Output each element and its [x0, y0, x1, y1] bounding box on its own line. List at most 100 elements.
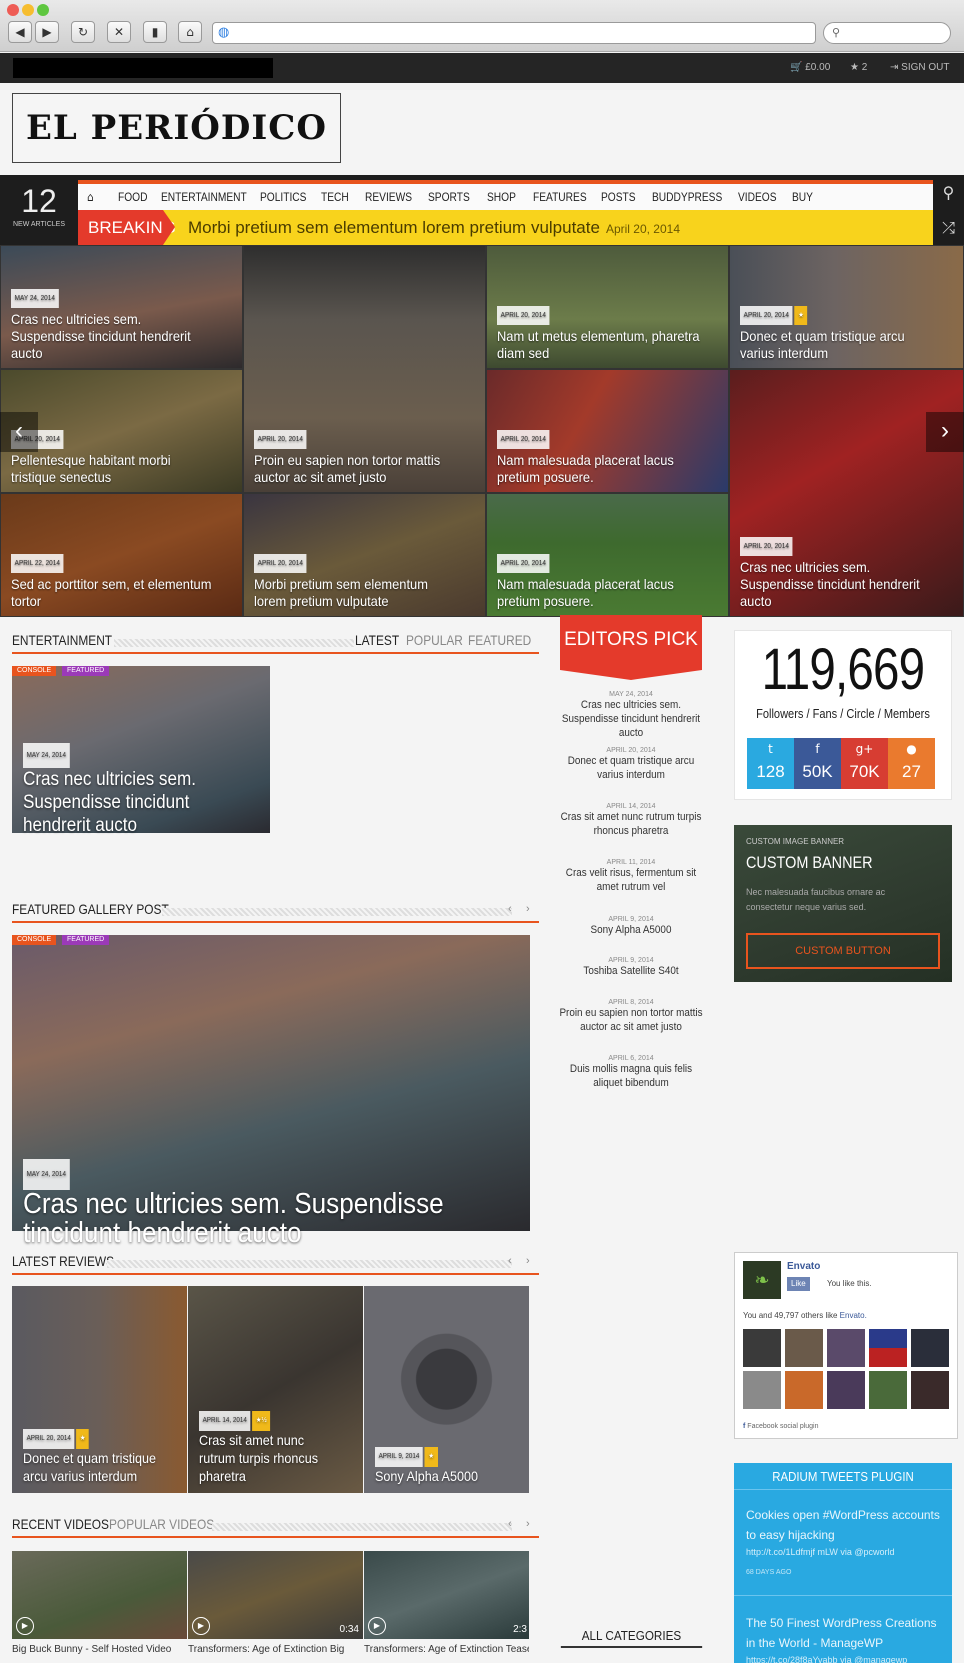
tab-latest[interactable]: LATEST: [355, 632, 399, 648]
entertainment-post-card[interactable]: CONSOLE FEATURED MAY 24, 2014 Cras nec u…: [12, 666, 270, 836]
favorites-link[interactable]: ★ 2: [850, 53, 867, 83]
video-thumb[interactable]: ▶ 2:3: [364, 1551, 529, 1639]
video-title[interactable]: Transformers: Age of Extinction Teaser: [364, 1644, 529, 1655]
editors-pick-item[interactable]: APRIL 20, 2014 Donec et quam tristique ar…: [547, 747, 715, 782]
video-title[interactable]: Big Buck Bunny - Self Hosted Video: [12, 1644, 187, 1655]
prev-arrow-icon[interactable]: ‹: [508, 1518, 512, 1530]
menu-item-sports[interactable]: SPORTS: [428, 184, 470, 210]
sign-out-link[interactable]: ⇥ SIGN OUT: [890, 53, 950, 83]
forward-icon[interactable]: ▶: [35, 21, 59, 43]
facebook-fan-avatar[interactable]: [743, 1371, 781, 1409]
grid-item[interactable]: APRIL 20, 2014 Proin eu sapien non tortor…: [243, 245, 486, 493]
cart-link[interactable]: 🛒 £0.00: [790, 53, 830, 83]
prev-arrow-icon[interactable]: ‹: [508, 903, 512, 915]
next-arrow-icon[interactable]: ›: [526, 1255, 530, 1267]
review-card[interactable]: APRIL 14, 2014 ★½ Cras sit amet nunc rutru…: [188, 1286, 363, 1493]
menu-bar: ⌂ FOOD ENTERTAINMENT POLITICS TECH REVIE…: [78, 180, 933, 210]
stop-icon[interactable]: ✕: [107, 21, 131, 43]
video-title[interactable]: Transformers: Age of Extinction Big: [188, 1644, 363, 1655]
facebook-fan-avatar[interactable]: [785, 1329, 823, 1367]
grid-item[interactable]: APRIL 20, 2014 Nam malesuada placerat lac…: [486, 493, 729, 617]
facebook-page-link[interactable]: Envato.: [840, 1311, 867, 1320]
grid-date: APRIL 20, 2014: [254, 554, 307, 573]
grid-item[interactable]: APRIL 20, 2014 Nam ut metus elementum, ph…: [486, 245, 729, 369]
facebook-like-button[interactable]: Like: [787, 1277, 810, 1291]
gallery-post-card[interactable]: CONSOLE FEATURED MAY 24, 2014 Cras nec u…: [12, 935, 530, 1248]
facebook-widget: ❧ Envato Like You like this. You and 49,…: [734, 1252, 958, 1439]
tab-popular[interactable]: POPULAR: [406, 632, 463, 648]
editors-pick-item[interactable]: APRIL 8, 2014 Proin eu sapien non tortor …: [547, 999, 715, 1034]
facebook-fan-avatar[interactable]: [911, 1371, 949, 1409]
play-icon[interactable]: ▶: [192, 1617, 210, 1635]
grid-title: Pellentesque habitant morbi tristique se…: [11, 452, 171, 485]
minimize-window-button[interactable]: [22, 4, 34, 16]
editors-pick-item[interactable]: APRIL 9, 2014 Sony Alpha A5000: [547, 916, 715, 937]
grid-item[interactable]: APRIL 22, 2014 Sed ac porttitor sem, et e…: [0, 493, 243, 617]
menu-item-videos[interactable]: VIDEOS: [738, 184, 777, 210]
menu-item-posts[interactable]: POSTS: [601, 184, 636, 210]
menu-item-food[interactable]: FOOD: [118, 184, 147, 210]
grid-item[interactable]: APRIL 20, 2014 ★ Donec et quam tristique a…: [729, 245, 964, 369]
back-icon[interactable]: ◀: [8, 21, 32, 43]
tab-featured[interactable]: FEATURED: [468, 632, 531, 648]
facebook-fan-avatar[interactable]: [827, 1329, 865, 1367]
twitter-count-button[interactable]: t 128: [747, 738, 794, 789]
menu-item-features[interactable]: FEATURES: [533, 184, 587, 210]
menu-item-buy[interactable]: BUY: [792, 184, 813, 210]
menu-item-shop[interactable]: SHOP: [487, 184, 516, 210]
tweet-link[interactable]: http://t.co/1Ldfmjf mLW via @pcworld: [746, 1547, 895, 1557]
bookmark-icon[interactable]: ▮: [143, 21, 167, 43]
zoom-window-button[interactable]: [37, 4, 49, 16]
breaking-headline[interactable]: Morbi pretium sem elementum lorem pretiu…: [188, 210, 680, 247]
menu-item-buddypress[interactable]: BUDDYPRESS: [652, 184, 722, 210]
next-arrow-icon[interactable]: ›: [526, 903, 530, 915]
facebook-count-button[interactable]: f 50K: [794, 738, 841, 789]
menu-item-entertainment[interactable]: ENTERTAINMENT: [161, 184, 247, 210]
tab-recent-videos[interactable]: RECENT VIDEOS: [12, 1516, 109, 1532]
editors-pick-item[interactable]: APRIL 14, 2014 Cras sit amet nunc rutrum …: [547, 803, 715, 838]
grid-item[interactable]: MAY 24, 2014 Cras nec ultricies sem. Susp…: [0, 245, 243, 369]
grid-item[interactable]: APRIL 20, 2014 Cras nec ultricies sem. Su…: [729, 369, 964, 617]
shuffle-icon[interactable]: ⤮: [933, 210, 964, 245]
tweets-title: RADIUM TWEETS PLUGIN: [772, 1469, 914, 1484]
tweet-link[interactable]: https://t.co/28f8aYvabb via @managewp: [746, 1655, 907, 1663]
prev-arrow-icon[interactable]: ‹: [508, 1255, 512, 1267]
review-card[interactable]: APRIL 9, 2014 ★ Sony Alpha A5000: [364, 1286, 529, 1493]
facebook-fan-avatar[interactable]: [869, 1371, 907, 1409]
review-card[interactable]: APRIL 20, 2014 ★ Donec et quam tristique a…: [12, 1286, 187, 1493]
close-window-button[interactable]: [7, 4, 19, 16]
editors-pick-item[interactable]: MAY 24, 2014 Cras nec ultricies sem. Susp…: [547, 691, 715, 740]
editors-pick-item[interactable]: APRIL 9, 2014 Toshiba Satellite S40t: [547, 957, 715, 978]
tab-popular-videos[interactable]: POPULAR VIDEOS: [109, 1516, 214, 1532]
site-logo[interactable]: EL PERIÓDICO: [12, 93, 341, 163]
grid-item[interactable]: APRIL 20, 2014 Nam malesuada placerat lac…: [486, 369, 729, 493]
search-icon[interactable]: ⚲: [933, 175, 964, 210]
video-thumb[interactable]: ▶ 0:34: [188, 1551, 363, 1639]
grid-next-arrow[interactable]: ›: [926, 412, 964, 452]
facebook-fan-avatar[interactable]: [785, 1371, 823, 1409]
video-thumb[interactable]: ▶: [12, 1551, 187, 1639]
editors-pick-item[interactable]: APRIL 11, 2014 Cras velit risus, fermentu…: [547, 859, 715, 894]
browser-search-field[interactable]: ⚲: [823, 22, 951, 44]
menu-item-tech[interactable]: TECH: [321, 184, 349, 210]
menu-item-reviews[interactable]: REVIEWS: [365, 184, 412, 210]
menu-item-politics[interactable]: POLITICS: [260, 184, 306, 210]
home-menu-icon[interactable]: ⌂: [87, 184, 93, 210]
facebook-fan-avatar[interactable]: [911, 1329, 949, 1367]
reload-icon[interactable]: ↻: [71, 21, 95, 43]
facebook-fan-avatar[interactable]: [827, 1371, 865, 1409]
home-icon[interactable]: ⌂: [178, 21, 202, 43]
facebook-fan-avatar[interactable]: [743, 1329, 781, 1367]
grid-prev-arrow[interactable]: ‹: [0, 412, 38, 452]
facebook-fan-avatar[interactable]: [869, 1329, 907, 1367]
play-icon[interactable]: ▶: [16, 1617, 34, 1635]
googleplus-count-button[interactable]: g+ 70K: [841, 738, 888, 789]
custom-banner-button[interactable]: CUSTOM BUTTON: [746, 933, 940, 969]
next-arrow-icon[interactable]: ›: [526, 1518, 530, 1530]
editors-pick-item[interactable]: APRIL 6, 2014 Duis mollis magna quis feli…: [547, 1055, 715, 1090]
address-bar[interactable]: ◍: [212, 22, 816, 44]
facebook-page-name[interactable]: Envato: [787, 1261, 820, 1272]
grid-item[interactable]: APRIL 20, 2014 Morbi pretium sem elementu…: [243, 493, 486, 617]
play-icon[interactable]: ▶: [368, 1617, 386, 1635]
members-count-button[interactable]: ● 27: [888, 738, 935, 789]
